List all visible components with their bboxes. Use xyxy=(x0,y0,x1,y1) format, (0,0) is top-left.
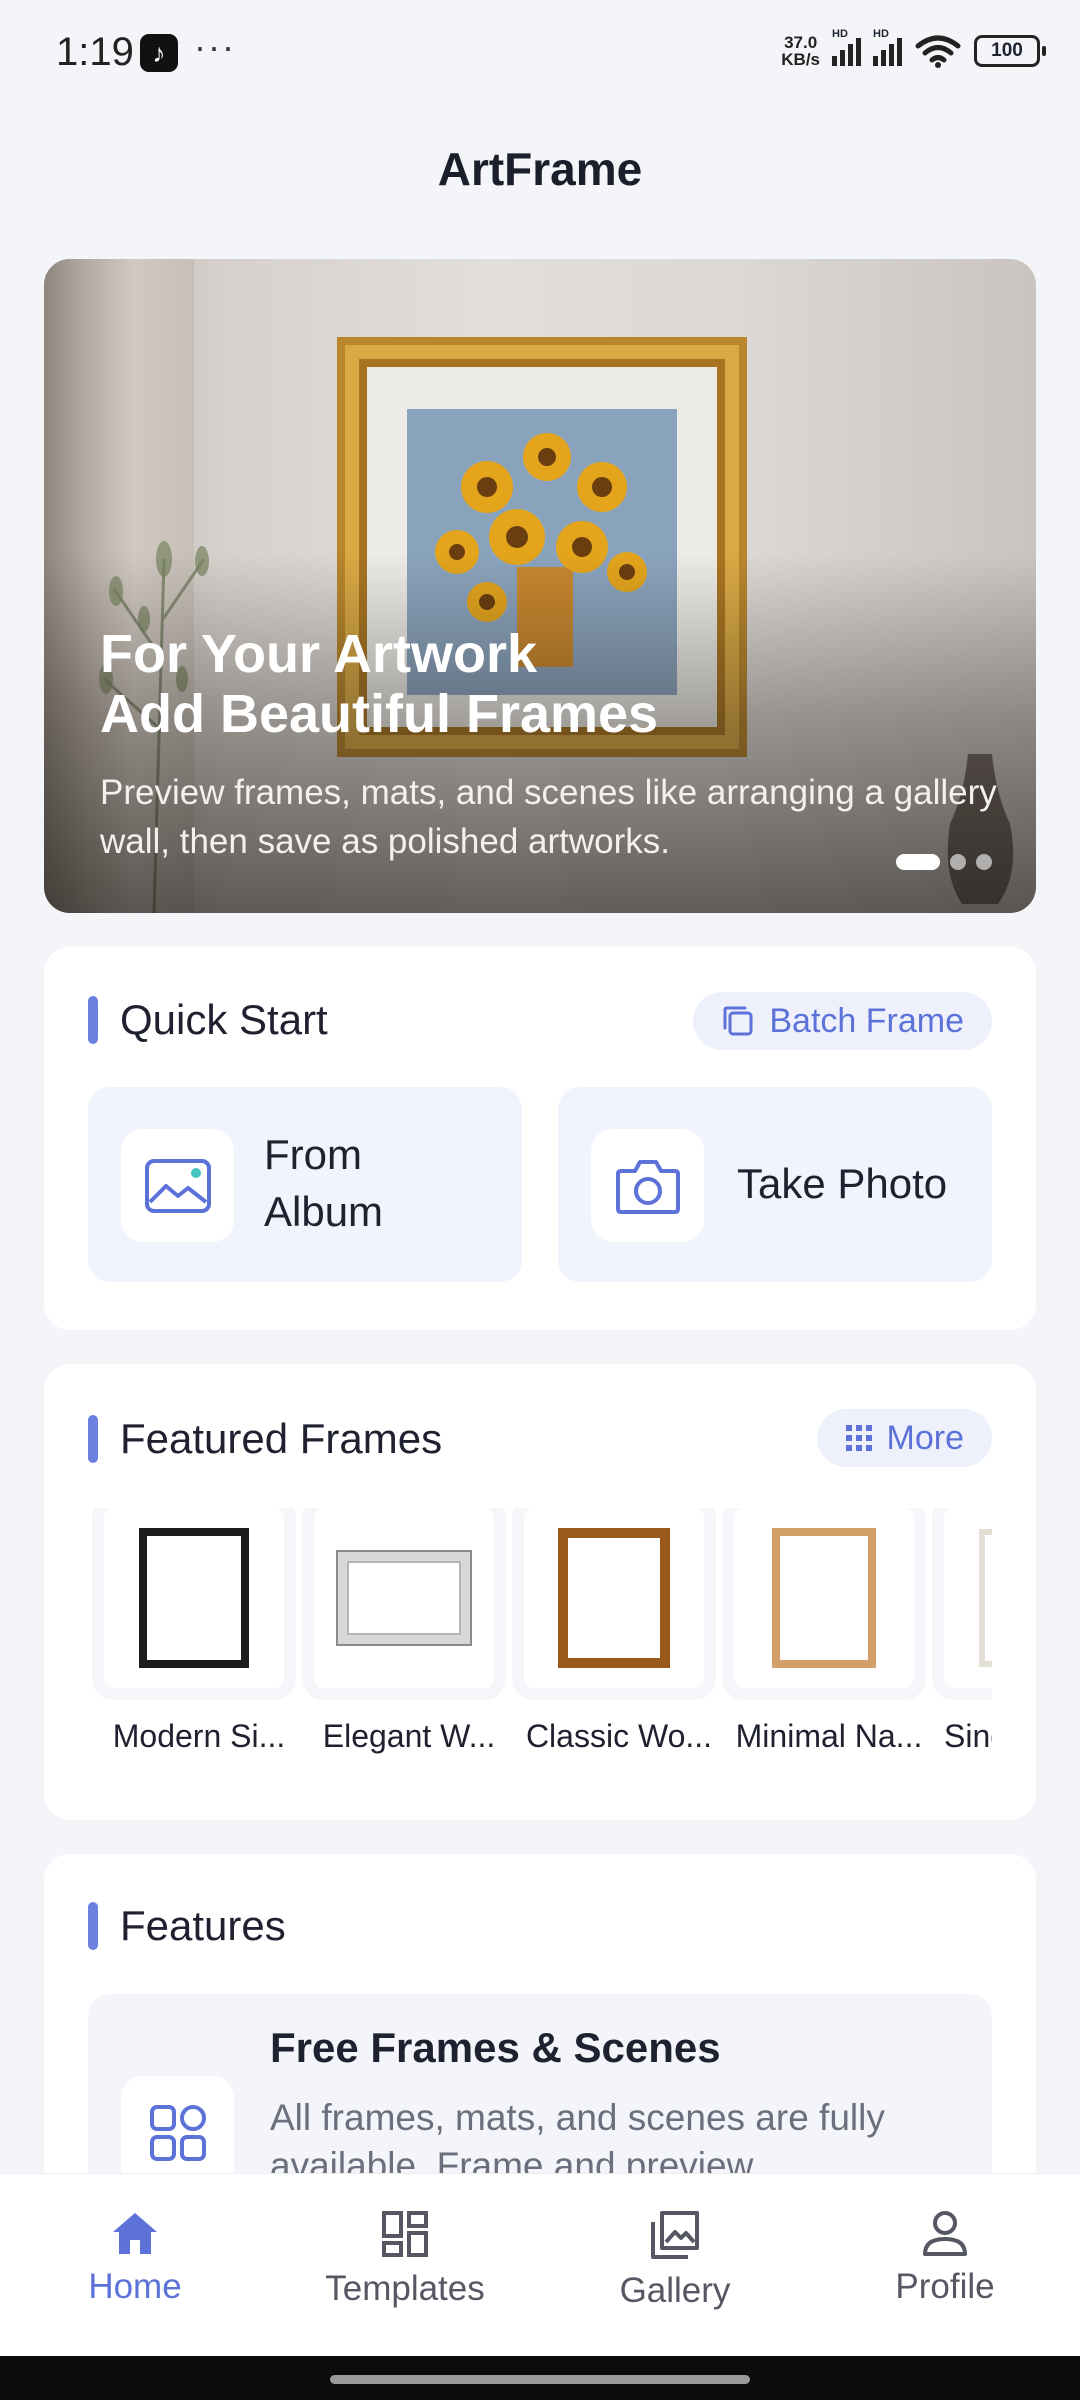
feature-title: Free Frames & Scenes xyxy=(270,2024,721,2071)
carousel-dot-2[interactable] xyxy=(950,854,966,870)
quick-start-header: Quick Start xyxy=(88,996,328,1044)
grid-apps-icon xyxy=(149,2104,206,2161)
tiktok-icon: ♪ xyxy=(140,34,178,72)
section-accent-bar xyxy=(88,1902,98,1950)
batch-frame-button[interactable]: Batch Frame xyxy=(693,992,992,1050)
featured-frames-header: Featured Frames xyxy=(88,1415,442,1463)
system-nav-bar xyxy=(0,2356,1080,2400)
frame-name: Sing xyxy=(944,1718,992,1754)
bottom-navigation: Home Templates Gallery Profile xyxy=(0,2173,1080,2357)
hero-subtitle: Preview frames, mats, and scenes like ar… xyxy=(100,773,997,861)
templates-icon xyxy=(382,2211,428,2257)
walnut-frame-thumbnail xyxy=(558,1528,670,1668)
frame-carousel[interactable]: Modern Si... Elegant W... Classic Wo... xyxy=(88,1508,992,1764)
from-album-button[interactable]: From Album xyxy=(88,1087,522,1282)
features-header: Features xyxy=(88,1902,286,1950)
section-title: Quick Start xyxy=(120,996,328,1043)
signal-icon: HD xyxy=(832,28,861,66)
signal-icon-2: HD xyxy=(873,28,902,66)
home-indicator[interactable] xyxy=(330,2375,750,2384)
image-icon xyxy=(144,1158,211,1213)
featured-frames-card: Featured Frames More Modern Si... Elegan… xyxy=(44,1364,1036,1820)
from-album-label: From Album xyxy=(264,1131,384,1235)
take-photo-label: Take Photo xyxy=(737,1160,948,1207)
frame-name: Classic Wo... xyxy=(525,1718,713,1754)
frame-name: Minimal Na... xyxy=(735,1718,923,1754)
black-frame-thumbnail xyxy=(139,1528,249,1668)
carousel-dot-1[interactable] xyxy=(896,854,940,870)
profile-icon xyxy=(923,2211,967,2256)
home-icon xyxy=(113,2213,157,2254)
take-photo-button[interactable]: Take Photo xyxy=(558,1087,992,1282)
hero-title: For Your Artwork Add Beautiful Frames xyxy=(100,624,659,744)
network-speed: 37.0 KB/s xyxy=(781,33,820,69)
section-accent-bar xyxy=(88,996,98,1044)
section-accent-bar xyxy=(88,1415,98,1463)
nav-templates[interactable]: Templates xyxy=(295,2210,515,2309)
nav-profile[interactable]: Profile xyxy=(835,2210,1055,2307)
carousel-indicator[interactable] xyxy=(896,854,992,870)
natural-wood-frame-thumbnail xyxy=(772,1528,876,1668)
quick-start-card: Quick Start Batch Frame From Album Take … xyxy=(44,947,1036,1330)
battery-icon: 100 xyxy=(974,35,1046,67)
more-notifications-icon: ··· xyxy=(194,26,236,67)
grid-icon xyxy=(845,1425,872,1451)
batch-copy-icon xyxy=(723,1006,753,1036)
silver-frame-thumbnail xyxy=(336,1550,472,1646)
section-title: Features xyxy=(120,1902,286,1949)
wifi-icon xyxy=(915,35,961,68)
hero-banner[interactable]: For Your Artwork Add Beautiful Frames Pr… xyxy=(44,259,1036,913)
camera-icon xyxy=(615,1159,680,1214)
nav-home[interactable]: Home xyxy=(25,2210,245,2307)
status-time: 1:19 xyxy=(56,30,134,74)
frame-name: Elegant W... xyxy=(322,1718,496,1754)
carousel-dot-3[interactable] xyxy=(976,854,992,870)
more-frames-button[interactable]: More xyxy=(816,1409,992,1467)
frame-name: Modern Si... xyxy=(112,1718,286,1754)
status-bar: 1:19 ♪ ··· 37.0 KB/s HD HD 100 xyxy=(0,0,1080,110)
app-title: ArtFrame xyxy=(437,143,643,195)
gallery-icon xyxy=(651,2211,699,2259)
nav-gallery[interactable]: Gallery xyxy=(565,2210,785,2311)
section-title: Featured Frames xyxy=(120,1415,443,1462)
light-frame-thumbnail xyxy=(979,1529,992,1667)
